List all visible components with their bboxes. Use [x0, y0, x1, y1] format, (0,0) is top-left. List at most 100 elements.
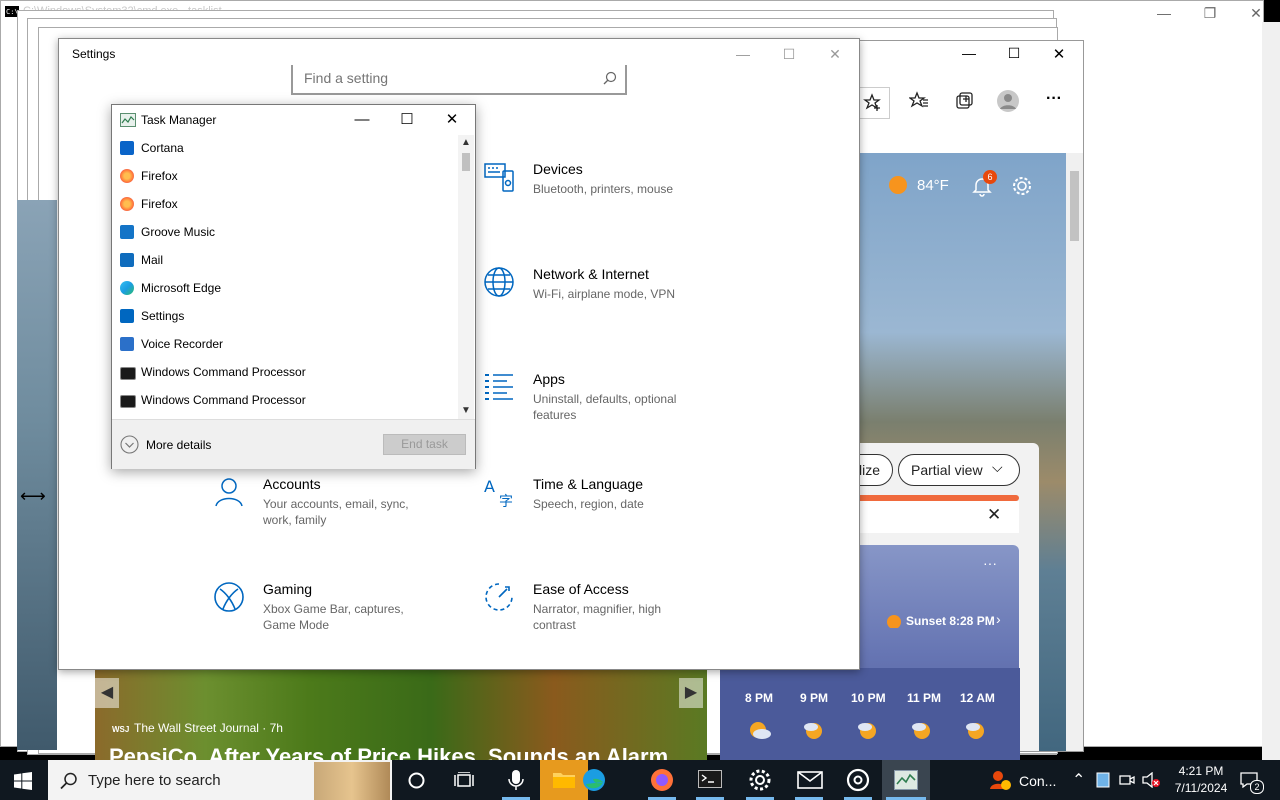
mail-icon	[797, 771, 823, 789]
cmd-minimize-button[interactable]: —	[1141, 1, 1187, 25]
task-manager-icon	[120, 113, 136, 127]
list-item[interactable]: Cortana	[112, 135, 458, 163]
edge-minimize-button[interactable]: —	[949, 45, 989, 61]
groove-music-icon	[120, 225, 134, 239]
taskbar-settings[interactable]	[736, 760, 784, 800]
edge-close-button[interactable]: ✕	[1039, 45, 1079, 63]
taskbar-cmd[interactable]	[686, 760, 734, 800]
svg-text:A: A	[484, 477, 495, 496]
task-view-icon[interactable]	[454, 772, 474, 789]
weather-more-icon[interactable]: ···	[983, 555, 997, 571]
tm-minimize-button[interactable]: —	[339, 105, 385, 135]
tile-time-language[interactable]: A字 Time & Language Speech, region, date	[483, 476, 743, 546]
chevron-down-icon: ⌵	[992, 459, 1003, 475]
windows-start-icon[interactable]	[14, 772, 32, 790]
tm-maximize-button[interactable]: ☐	[384, 105, 430, 135]
dismiss-close-icon[interactable]: ✕	[987, 505, 1001, 525]
settings-search-input[interactable]	[302, 69, 586, 87]
news-source: The Wall Street Journal · 7h	[134, 721, 283, 735]
settings-minimize-button[interactable]: —	[720, 39, 766, 69]
tile-ease-of-access[interactable]: Ease of Access Narrator, magnifier, high…	[483, 581, 743, 651]
volume-muted-icon[interactable]	[1142, 772, 1160, 788]
moon-cloud-icon	[966, 723, 984, 739]
search-icon[interactable]	[603, 71, 617, 85]
news-image-strip: ◀ ▶ WSJ The Wall Street Journal · 7h Pep…	[95, 668, 707, 760]
tablet-icon[interactable]	[1096, 772, 1110, 788]
list-item[interactable]: Microsoft Edge	[112, 275, 458, 303]
taskbar-mail[interactable]	[785, 760, 833, 800]
favorites-icon[interactable]	[909, 91, 929, 111]
tile-description: Xbox Game Bar, captures, Game Mode	[263, 602, 404, 632]
connect-label[interactable]: Con...	[1019, 773, 1056, 789]
list-item[interactable]: Windows Command Processor	[112, 387, 458, 415]
taskbar-search-box[interactable]: Type here to search	[48, 760, 392, 800]
tm-scrollbar[interactable]: ▲ ▼	[458, 135, 474, 419]
hourly-forecast-panel: 8 PM 9 PM 10 PM 11 PM 12 AM	[720, 668, 1020, 760]
settings-maximize-button[interactable]: ☐	[766, 39, 812, 69]
hour-label: 9 PM	[800, 691, 829, 705]
more-details-link[interactable]: More details	[146, 438, 211, 452]
connect-user-icon[interactable]	[988, 769, 1012, 791]
sunset-time[interactable]: Sunset 8:28 PM	[906, 614, 995, 628]
scroll-up-arrow[interactable]: ▲	[461, 137, 471, 148]
app-name: Windows Command Processor	[141, 365, 306, 379]
taskbar-groove[interactable]	[834, 760, 882, 800]
tile-description: Bluetooth, printers, mouse	[533, 182, 674, 196]
tile-apps[interactable]: Apps Uninstall, defaults, optional featu…	[483, 371, 743, 441]
meet-now-icon[interactable]	[1119, 772, 1135, 788]
time-language-icon: A字	[484, 477, 513, 510]
taskbar-voice-recorder[interactable]	[492, 760, 540, 800]
microphone-icon	[120, 337, 134, 351]
settings-close-button[interactable]: ✕	[812, 39, 858, 69]
tm-scroll-thumb[interactable]	[462, 153, 470, 171]
taskbar-edge[interactable]	[570, 760, 618, 800]
end-task-button[interactable]: End task	[383, 434, 466, 455]
more-menu-icon[interactable]: ···	[1046, 90, 1062, 108]
list-item[interactable]: Voice Recorder	[112, 331, 458, 359]
settings-gear-icon[interactable]	[1011, 175, 1033, 197]
edge-scroll-thumb[interactable]	[1070, 171, 1079, 241]
list-item[interactable]: Groove Music	[112, 219, 458, 247]
news-next-arrow[interactable]: ▶	[679, 678, 703, 708]
tile-accounts[interactable]: Accounts Your accounts, email, sync, wor…	[213, 476, 473, 546]
ease-of-access-icon	[485, 583, 513, 611]
edge-maximize-button[interactable]: ☐	[994, 45, 1034, 62]
clock-time[interactable]: 4:21 PM	[1172, 764, 1230, 778]
notification-count-badge: 2	[1250, 780, 1264, 794]
taskbar-task-manager[interactable]	[882, 760, 930, 800]
person-icon	[215, 478, 243, 507]
app-name: Firefox	[141, 169, 178, 183]
chevron-up-icon[interactable]: ⌃	[1072, 770, 1085, 790]
tile-title: Devices	[533, 161, 583, 177]
firefox-icon	[651, 769, 673, 791]
edge-scrollbar[interactable]	[1066, 153, 1083, 751]
task-manager-window: Task Manager — ☐ ✕ Cortana Firefox Firef…	[111, 104, 476, 469]
scrollbar-right[interactable]	[1262, 22, 1280, 760]
cmd-icon	[120, 395, 136, 408]
news-prev-arrow[interactable]: ◀	[95, 678, 119, 708]
list-item[interactable]: Firefox	[112, 191, 458, 219]
settings-search-box[interactable]	[291, 65, 627, 95]
edge-window: — ☐ ✕ ··· 84°F 6 lize Partial view ⌵ ✕ ·…	[850, 40, 1084, 752]
favorite-add-icon[interactable]	[863, 93, 883, 113]
list-item[interactable]: Mail	[112, 247, 458, 275]
weather-temperature[interactable]: 84°F	[917, 177, 949, 194]
scroll-down-arrow[interactable]: ▼	[461, 405, 471, 416]
tm-close-button[interactable]: ✕	[429, 105, 475, 135]
tile-devices[interactable]: Devices Bluetooth, printers, mouse	[483, 161, 743, 231]
list-item[interactable]: Settings	[112, 303, 458, 331]
list-item[interactable]: Firefox	[112, 163, 458, 191]
chevron-down-circle-icon[interactable]	[120, 435, 139, 454]
list-item[interactable]: Windows Command Processor	[112, 359, 458, 387]
profile-avatar-icon[interactable]	[996, 89, 1020, 113]
tile-network[interactable]: Network & Internet Wi-Fi, airplane mode,…	[483, 266, 743, 336]
clock-date[interactable]: 7/11/2024	[1166, 781, 1236, 795]
taskbar-search-placeholder: Type here to search	[88, 772, 221, 789]
task-manager-title: Task Manager	[141, 113, 217, 127]
news-headline[interactable]: PepsiCo, After Years of Price Hikes, Sou…	[109, 744, 668, 760]
cortana-circle-icon[interactable]	[408, 772, 425, 789]
tile-gaming[interactable]: Gaming Xbox Game Bar, captures, Game Mod…	[213, 581, 473, 651]
collections-icon[interactable]	[954, 91, 974, 111]
taskbar-firefox[interactable]	[638, 760, 686, 800]
cmd-restore-button[interactable]: ❐	[1187, 1, 1233, 25]
